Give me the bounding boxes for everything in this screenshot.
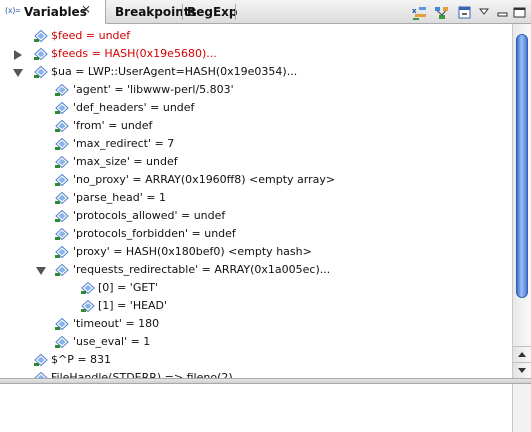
variable-icon [55, 191, 69, 205]
variable-icon [55, 155, 69, 169]
variable-label: 'use_eval' = 1 [73, 335, 151, 348]
tree-row[interactable]: 'no_proxy' = ARRAY(0x1960ff8) <empty arr… [0, 171, 512, 189]
tree-row[interactable]: FileHandle(STDERR) => fileno(2) [0, 369, 512, 378]
tree-row[interactable]: $feed = undef [0, 27, 512, 45]
minimize-icon[interactable] [495, 5, 511, 21]
maximize-icon[interactable] [512, 5, 528, 21]
variables-tree[interactable]: $feed = undef $feeds = HASH(0x19e5680)...… [0, 24, 512, 378]
show-type-names-icon[interactable]: x [412, 5, 428, 21]
scrollbar-thumb[interactable] [516, 34, 528, 298]
variable-icon [55, 101, 69, 115]
variable-label: FileHandle(STDERR) => fileno(2) [51, 371, 233, 378]
expanded-twistie-icon[interactable] [13, 68, 23, 78]
variable-label: $^P = 831 [51, 353, 112, 366]
variable-icon [81, 281, 95, 295]
tree-row[interactable]: 'from' = undef [0, 117, 512, 135]
tab-variables-label: Variables [24, 5, 87, 19]
tree-row[interactable]: 'requests_redirectable' = ARRAY(0x1a005e… [0, 261, 512, 279]
collapse-all-icon[interactable] [457, 5, 473, 21]
variable-icon [55, 137, 69, 151]
variables-icon: (x)= [4, 6, 20, 15]
variable-icon [55, 245, 69, 259]
tree-row[interactable]: 'max_redirect' = 7 [0, 135, 512, 153]
variable-label: 'from' = undef [73, 119, 153, 132]
view-menu-icon[interactable] [477, 5, 493, 21]
tab-variables[interactable]: (x)= Variables ⨯ [0, 0, 106, 24]
tree-row[interactable]: 'def_headers' = undef [0, 99, 512, 117]
variable-label: 'timeout' = 180 [73, 317, 160, 330]
close-icon[interactable]: ⨯ [80, 3, 92, 15]
tree-row[interactable]: 'agent' = 'libwww-perl/5.803' [0, 81, 512, 99]
tree-row[interactable]: [1] = 'HEAD' [0, 297, 512, 315]
detail-pane[interactable] [0, 384, 531, 432]
variable-icon [55, 83, 69, 97]
variable-label: [1] = 'HEAD' [98, 299, 168, 312]
variable-icon [34, 353, 48, 367]
tree-row[interactable]: 'timeout' = 180 [0, 315, 512, 333]
detail-scrollbar[interactable] [512, 384, 531, 432]
tree-row[interactable]: $^P = 831 [0, 351, 512, 369]
variable-label: [0] = 'GET' [98, 281, 159, 294]
variable-icon [55, 209, 69, 223]
variable-label: $ua = LWP::UserAgent=HASH(0x19e0354)... [51, 65, 298, 78]
variable-icon [34, 29, 48, 43]
variable-icon [81, 299, 95, 313]
tab-regexp[interactable]: RegExp [183, 0, 238, 24]
show-logical-structure-icon[interactable] [434, 5, 450, 21]
variable-label: 'max_redirect' = 7 [73, 137, 175, 150]
variable-label: 'agent' = 'libwww-perl/5.803' [73, 83, 234, 96]
tree-row[interactable]: 'protocols_forbidden' = undef [0, 225, 512, 243]
variable-label: 'max_size' = undef [73, 155, 178, 168]
variable-label: $feeds = HASH(0x19e5680)... [51, 47, 217, 60]
tree-row[interactable]: 'parse_head' = 1 [0, 189, 512, 207]
variable-icon [55, 227, 69, 241]
scroll-down-arrow[interactable] [513, 362, 531, 378]
variable-icon [55, 335, 69, 349]
variable-label: 'no_proxy' = ARRAY(0x1960ff8) <empty arr… [73, 173, 336, 186]
tree-row[interactable]: 'protocols_allowed' = undef [0, 207, 512, 225]
variable-icon [55, 317, 69, 331]
tree-row[interactable]: $feeds = HASH(0x19e5680)... [0, 45, 512, 63]
variable-label: 'protocols_allowed' = undef [73, 209, 226, 222]
tab-breakpoints[interactable]: Breakpoints [106, 0, 197, 24]
variable-label: 'proxy' = HASH(0x180bef0) <empty hash> [73, 245, 312, 258]
tree-row[interactable]: 'use_eval' = 1 [0, 333, 512, 351]
variable-icon [55, 119, 69, 133]
collapsed-twistie-icon[interactable] [13, 50, 23, 60]
variable-label: 'parse_head' = 1 [73, 191, 166, 204]
scroll-up-arrow[interactable] [513, 346, 531, 362]
tab-separator [235, 4, 236, 20]
variable-label: 'def_headers' = undef [73, 101, 195, 114]
variable-icon [34, 47, 48, 61]
variable-icon [34, 65, 48, 79]
variable-label: 'requests_redirectable' = ARRAY(0x1a005e… [73, 263, 331, 276]
variable-icon [55, 263, 69, 277]
variable-icon [55, 173, 69, 187]
tree-row[interactable]: $ua = LWP::UserAgent=HASH(0x19e0354)... [0, 63, 512, 81]
vertical-scrollbar[interactable] [512, 24, 531, 378]
variable-label: $feed = undef [51, 29, 131, 42]
view-tab-bar: (x)= Variables ⨯ Breakpoints RegExp x [0, 0, 531, 24]
tree-row[interactable]: [0] = 'GET' [0, 279, 512, 297]
variable-label: 'protocols_forbidden' = undef [73, 227, 236, 240]
expanded-twistie-icon[interactable] [36, 266, 46, 276]
svg-text:x: x [412, 7, 417, 15]
tree-row[interactable]: 'max_size' = undef [0, 153, 512, 171]
tab-regexp-label: RegExp [187, 5, 238, 19]
tree-row[interactable]: 'proxy' = HASH(0x180bef0) <empty hash> [0, 243, 512, 261]
